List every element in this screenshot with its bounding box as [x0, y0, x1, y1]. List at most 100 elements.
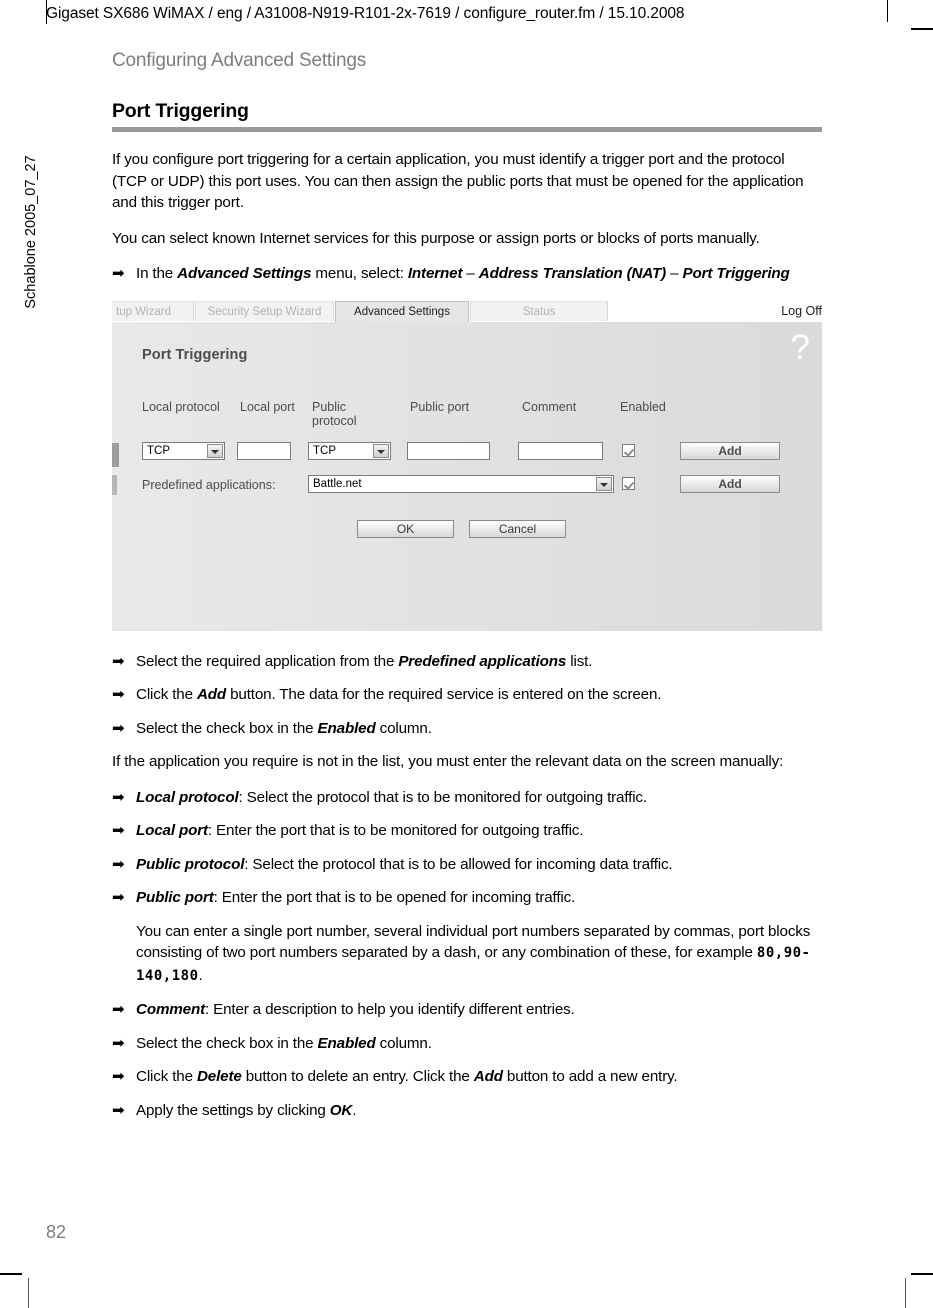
step-open-menu-text: In the Advanced Settings menu, select: I…: [136, 263, 822, 285]
tab-setup-wizard[interactable]: tup Wizard: [112, 300, 194, 321]
step-open-menu: ➡ In the Advanced Settings menu, select:…: [112, 263, 822, 285]
col-header-public-port: Public port: [410, 399, 470, 414]
final-f1-bold: Comment: [136, 1001, 205, 1018]
step-field-comment: ➡ Comment: Enter a description to help y…: [112, 999, 822, 1021]
local-port-input[interactable]: [237, 441, 291, 460]
crop-mark-bottom-right-h: [911, 1273, 933, 1275]
chevron-down-icon[interactable]: [373, 443, 389, 458]
section-rule: [112, 127, 822, 132]
menu-step-bold-4: Port Triggering: [682, 265, 790, 282]
menu-step-dash-2: –: [666, 265, 683, 282]
comment-input[interactable]: [518, 441, 603, 460]
arrow-bullet-icon: ➡: [112, 855, 125, 873]
step-check-enabled: ➡ Select the check box in the Enabled co…: [112, 718, 822, 740]
menu-step-prefix: In the: [136, 265, 178, 282]
step-field-public-protocol: ➡ Public protocol: Select the protocol t…: [112, 854, 822, 876]
arrow-bullet-icon: ➡: [112, 652, 125, 670]
menu-step-bold-3: Address Translation (NAT): [478, 265, 667, 282]
enabled-checkbox-predefined[interactable]: [622, 476, 635, 490]
final-f2-bold: Enabled: [317, 1034, 376, 1052]
col-header-local-port: Local port: [240, 399, 295, 414]
field-2-bold: Public protocol: [136, 855, 245, 873]
field-3-post: : Enter the port that is to be opened fo…: [213, 889, 576, 906]
final-f1-post: : Enter a description to help you identi…: [205, 1001, 575, 1018]
final-f3-bold2: Add: [473, 1068, 503, 1085]
arrow-bullet-icon: ➡: [112, 1001, 125, 1018]
final-f3-post: button to add a new entry.: [502, 1068, 678, 1085]
menu-step-middle: menu, select:: [311, 265, 408, 282]
step-s1-post: list.: [566, 652, 593, 670]
step-s2-pre: Click the: [136, 686, 197, 703]
final-f4-bold: OK: [329, 1101, 353, 1119]
field-0-post: : Select the protocol that is to be moni…: [238, 788, 648, 806]
router-panel: Port Triggering ? Local protocol Local p…: [112, 321, 822, 631]
local-protocol-value: TCP: [147, 444, 170, 457]
final-f4-pre: Apply the settings by clicking: [136, 1101, 330, 1119]
predefined-applications-select[interactable]: Battle.net: [308, 474, 614, 493]
arrow-bullet-icon: ➡: [112, 822, 125, 839]
menu-step-bold-1: Advanced Settings: [177, 265, 312, 282]
add-button-row[interactable]: Add: [680, 441, 780, 460]
final-f3-pre: Click the: [136, 1068, 197, 1085]
public-port-input[interactable]: [407, 441, 490, 460]
menu-step-dash-1: –: [462, 265, 479, 282]
final-f3-bold: Delete: [196, 1068, 242, 1085]
field-3-bold: Public port: [136, 889, 214, 906]
chevron-down-icon[interactable]: [207, 443, 223, 458]
router-tab-bar: tup Wizard Security Setup Wizard Advance…: [112, 300, 822, 322]
public-protocol-value: TCP: [313, 444, 336, 457]
panel-side-handle-upper[interactable]: [112, 442, 119, 467]
manual-entry-intro: If the application you require is not in…: [112, 753, 784, 770]
crop-mark-top-right-h: [911, 28, 933, 30]
tab-advanced-settings[interactable]: Advanced Settings: [335, 300, 469, 322]
arrow-bullet-icon: ➡: [112, 1068, 125, 1085]
predefined-applications-label: Predefined applications:: [142, 477, 276, 492]
menu-step-bold-2: Internet: [407, 265, 463, 282]
field-1-bold: Local port: [136, 822, 208, 839]
arrow-bullet-icon: ➡: [112, 1034, 125, 1052]
step-field-local-port: ➡ Local port: Enter the port that is to …: [112, 820, 822, 842]
arrow-bullet-icon: ➡: [112, 788, 125, 806]
tab-status[interactable]: Status: [470, 300, 608, 321]
port-note-post: .: [198, 966, 203, 984]
local-protocol-select[interactable]: TCP: [142, 441, 225, 460]
public-protocol-select[interactable]: TCP: [308, 441, 391, 460]
section-title: Port Triggering: [112, 100, 249, 122]
step-field-public-port: ➡ Public port: Enter the port that is to…: [112, 887, 822, 909]
field-0-bold: Local protocol: [136, 788, 239, 806]
step-delete-add: ➡ Click the Delete button to delete an e…: [112, 1066, 822, 1088]
panel-side-handle-lower[interactable]: [112, 474, 117, 495]
field-2-post: : Select the protocol that is to be allo…: [244, 855, 673, 873]
enabled-checkbox-row[interactable]: [622, 443, 635, 457]
port-format-note: You can enter a single port number, seve…: [136, 921, 822, 988]
step-s2-bold: Add: [196, 686, 227, 703]
arrow-bullet-icon: ➡: [112, 265, 125, 282]
final-f2-post: column.: [375, 1034, 432, 1052]
question-mark-icon[interactable]: ?: [791, 330, 810, 365]
col-header-public-protocol: Public protocol: [312, 399, 357, 428]
crop-mark-bottom-left-h: [0, 1273, 22, 1275]
intro-paragraph-1: If you configure port triggering for a c…: [112, 151, 804, 211]
ok-button[interactable]: OK: [357, 519, 454, 538]
predefined-applications-value: Battle.net: [313, 477, 362, 490]
side-template-label: Schablone 2005_07_27: [23, 155, 39, 309]
tab-security-setup-wizard[interactable]: Security Setup Wizard: [195, 300, 334, 321]
final-f3-mid: button to delete an entry. Click the: [241, 1068, 474, 1085]
page-content: Configuring Advanced Settings Port Trigg…: [112, 50, 822, 1133]
add-button-predefined[interactable]: Add: [680, 474, 780, 493]
step-s1-pre: Select the required application from the: [136, 652, 399, 670]
chevron-down-icon[interactable]: [596, 476, 612, 491]
crop-mark-top-right: [887, 0, 888, 22]
router-screenshot-figure: tup Wizard Security Setup Wizard Advance…: [112, 300, 822, 631]
arrow-bullet-icon: ➡: [112, 889, 125, 906]
intro-paragraph-2: You can select known Internet services f…: [112, 229, 760, 247]
arrow-bullet-icon: ➡: [112, 686, 125, 703]
step-s1-bold: Predefined applications: [398, 652, 567, 670]
cancel-button[interactable]: Cancel: [469, 519, 566, 538]
field-1-post: : Enter the port that is to be monitored…: [207, 822, 584, 839]
col-header-enabled: Enabled: [620, 399, 666, 414]
step-s3-bold: Enabled: [317, 719, 376, 737]
log-off-link[interactable]: Log Off: [781, 301, 822, 321]
running-header: Gigaset SX686 WiMAX / eng / A31008-N919-…: [46, 5, 685, 22]
crop-mark-bottom-right: [905, 1278, 906, 1308]
